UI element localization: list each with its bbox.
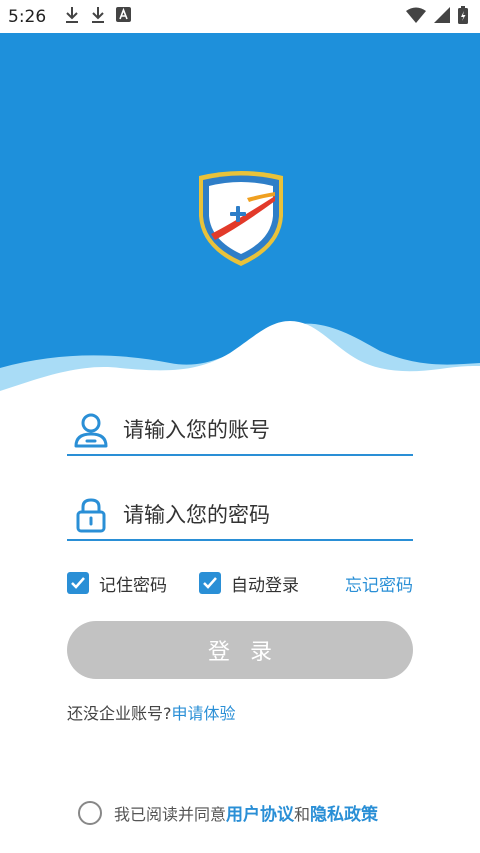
checkmark-icon xyxy=(199,572,221,594)
auto-login-checkbox[interactable]: 自动登录 xyxy=(199,571,299,596)
account-field[interactable] xyxy=(67,406,413,456)
password-field[interactable] xyxy=(67,491,413,541)
forgot-password-link[interactable]: 忘记密码 xyxy=(345,571,413,596)
status-time: 5:26 xyxy=(8,6,47,27)
agreement-and: 和 xyxy=(294,804,311,824)
checkmark-icon xyxy=(67,572,89,594)
apply-trial-link[interactable]: 申请体验 xyxy=(172,704,236,723)
agreement-prefix: 我已阅读并同意 xyxy=(114,804,227,824)
status-notifications xyxy=(64,6,132,28)
login-options: 记住密码 自动登录 忘记密码 xyxy=(67,568,413,598)
agreement-row: 我已阅读并同意 用户协议 和 隐私政策 xyxy=(78,800,378,825)
remember-password-checkbox[interactable]: 记住密码 xyxy=(67,571,167,596)
wifi-icon xyxy=(406,7,426,27)
agreement-radio[interactable] xyxy=(78,800,102,825)
shield-plus-icon xyxy=(193,168,289,268)
download-icon xyxy=(64,6,80,28)
password-input[interactable] xyxy=(123,503,393,527)
login-button[interactable]: 登录 xyxy=(67,621,413,679)
account-input[interactable] xyxy=(123,418,393,442)
user-icon xyxy=(71,410,111,450)
auto-login-label: 自动登录 xyxy=(231,575,299,596)
apply-trial-row: 还没企业账号?申请体验 xyxy=(67,700,236,724)
download-icon xyxy=(90,6,106,28)
no-account-prompt: 还没企业账号? xyxy=(67,704,172,723)
user-agreement-link[interactable]: 用户协议 xyxy=(226,800,294,825)
app-a-icon xyxy=(116,7,132,26)
hero-banner xyxy=(0,33,480,393)
battery-charging-icon xyxy=(458,5,468,28)
status-system-icons xyxy=(406,5,468,28)
signal-icon xyxy=(434,6,450,27)
status-bar: 5:26 xyxy=(0,0,480,33)
privacy-policy-link[interactable]: 隐私政策 xyxy=(310,800,378,825)
lock-icon xyxy=(71,495,111,535)
remember-password-label: 记住密码 xyxy=(99,575,167,596)
